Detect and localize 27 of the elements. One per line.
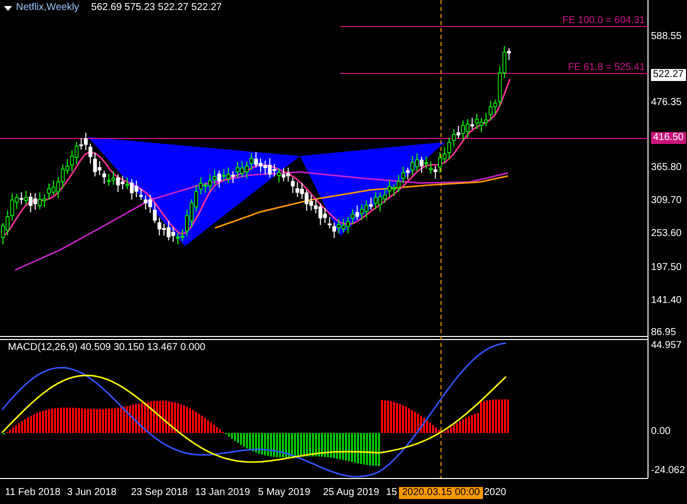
price-axis-label: 197.50: [651, 262, 682, 274]
time-axis-label: 2020: [484, 487, 506, 499]
time-axis-label: 3 Jun 2018: [67, 487, 116, 499]
fibo-level-label: FE 100.0 = 604.31: [562, 16, 645, 26]
macd-axis-label: -24.062: [651, 466, 685, 476]
macd-label: MACD(12,26,9) 40.509 30.150 13.467 0.000: [8, 343, 206, 353]
price-axis-label: 141.40: [651, 295, 682, 307]
macd-axis-label: 44.957: [651, 341, 682, 351]
fibo-level-label: FE 61.8 = 525.41: [568, 63, 645, 73]
price-axis-label: 86.95: [651, 327, 676, 339]
time-axis-label: 23 Sep 2018: [131, 487, 188, 499]
time-axis-label: 11 Feb 2018: [5, 487, 60, 499]
time-axis-label: 25 Aug 2019: [323, 487, 380, 499]
price-axis-label: 588.55: [651, 31, 682, 43]
macd-axis-label: 0.00: [651, 427, 670, 437]
time-axis-label: 15: [386, 487, 398, 499]
ohlc-values: 562.69 575.23 522.27 522.27: [91, 3, 222, 13]
price-axis-label: 365.80: [651, 162, 682, 174]
symbol-label: Netflix,Weekly: [16, 3, 80, 13]
time-axis-label: 13 Jan 2019: [195, 487, 250, 499]
time-axis-label: 5 May 2019: [258, 487, 310, 499]
price-axis-label: 476.35: [651, 97, 682, 109]
price-axis-label: 253.60: [651, 228, 682, 240]
cursor-time-label: 2020.03.15 00:00: [399, 487, 483, 499]
price-axis-label: 309.70: [651, 195, 682, 207]
current-price-label: 522.27: [651, 69, 686, 81]
level-price-label: 416.50: [651, 132, 686, 144]
